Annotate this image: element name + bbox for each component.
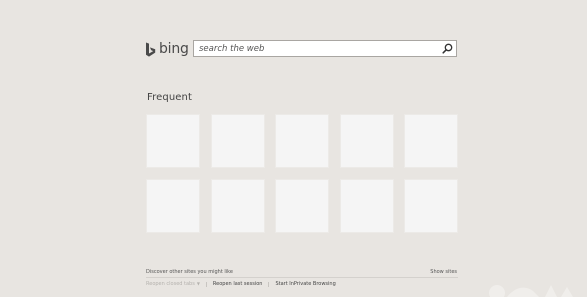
frequent-tile[interactable] <box>404 114 458 168</box>
frequent-tile[interactable] <box>146 114 200 168</box>
frequent-tile[interactable] <box>404 179 458 233</box>
frequent-tiles-grid <box>146 114 458 233</box>
footer-links: Reopen closed tabs ▼ Reopen last session … <box>146 281 336 287</box>
footer-divider <box>146 277 458 278</box>
frequent-tile[interactable] <box>339 114 394 168</box>
reopen-closed-tabs-link[interactable]: Reopen closed tabs ▼ <box>146 281 200 287</box>
frequent-tile[interactable] <box>339 179 394 233</box>
frequent-tile[interactable] <box>210 114 265 168</box>
search-box[interactable] <box>193 40 457 57</box>
frequent-tile[interactable] <box>210 179 265 233</box>
reopen-last-session-link[interactable]: Reopen last session <box>213 281 263 287</box>
frequent-heading: Frequent <box>147 92 192 103</box>
bing-logo: bing <box>145 41 189 58</box>
bing-logo-icon <box>145 42 156 58</box>
footer-separator <box>205 281 207 287</box>
chevron-down-icon: ▼ <box>196 281 200 286</box>
search-button[interactable] <box>442 43 453 54</box>
frequent-tile[interactable] <box>275 114 329 168</box>
bing-logo-text: bing <box>159 41 189 57</box>
discover-sites-text: Discover other sites you might like <box>146 269 233 275</box>
footer-separator <box>268 281 270 287</box>
watermark-graphic <box>489 285 573 297</box>
search-icon <box>442 43 453 54</box>
frequent-tile[interactable] <box>146 179 200 233</box>
start-inprivate-link[interactable]: Start InPrivate Browsing <box>275 281 335 287</box>
search-input[interactable] <box>199 41 437 56</box>
reopen-closed-tabs-label: Reopen closed tabs <box>146 281 195 287</box>
frequent-tile[interactable] <box>275 179 329 233</box>
show-sites-link[interactable]: Show sites <box>430 269 457 275</box>
